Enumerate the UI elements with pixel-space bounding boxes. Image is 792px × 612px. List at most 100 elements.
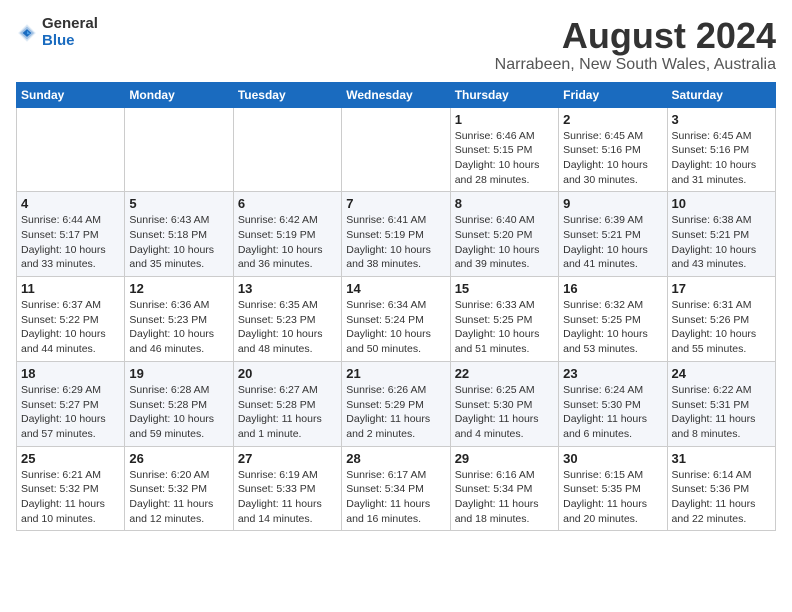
day-number: 25 — [21, 451, 120, 466]
weekday-header-friday: Friday — [559, 82, 667, 107]
calendar-cell — [342, 107, 450, 192]
calendar-week-2: 4 Sunrise: 6:44 AM Sunset: 5:17 PM Daylig… — [17, 192, 776, 277]
day-number: 29 — [455, 451, 554, 466]
day-info: Sunrise: 6:42 AM Sunset: 5:19 PM Dayligh… — [238, 213, 337, 272]
calendar-cell: 19 Sunrise: 6:28 AM Sunset: 5:28 PM Dayli… — [125, 361, 233, 446]
calendar-cell: 13Sunrise: 6:35 AM Sunset: 5:23 PM Dayli… — [233, 277, 341, 362]
day-number: 3 — [672, 112, 771, 127]
day-number: 4 — [21, 196, 120, 211]
calendar-cell: 25 Sunrise: 6:21 AM Sunset: 5:32 PM Dayli… — [17, 446, 125, 531]
calendar-cell: 29 Sunrise: 6:16 AM Sunset: 5:34 PM Dayli… — [450, 446, 558, 531]
calendar-cell: 18Sunrise: 6:29 AM Sunset: 5:27 PM Dayli… — [17, 361, 125, 446]
day-number: 6 — [238, 196, 337, 211]
day-info: Sunrise: 6:45 AM Sunset: 5:16 PM Dayligh… — [563, 129, 662, 188]
day-info: Sunrise: 6:39 AM Sunset: 5:21 PM Dayligh… — [563, 213, 662, 272]
logo-general-text: General — [42, 16, 98, 33]
calendar-cell: 2 Sunrise: 6:45 AM Sunset: 5:16 PM Daylig… — [559, 107, 667, 192]
day-info: Sunrise: 6:33 AM Sunset: 5:25 PM Dayligh… — [455, 298, 554, 357]
day-info: Sunrise: 6:14 AM Sunset: 5:36 PM Dayligh… — [672, 468, 771, 527]
logo: General Blue — [16, 16, 98, 49]
day-info: Sunrise: 6:41 AM Sunset: 5:19 PM Dayligh… — [346, 213, 445, 272]
day-info: Sunrise: 6:29 AM Sunset: 5:27 PM Dayligh… — [21, 383, 120, 442]
weekday-header-monday: Monday — [125, 82, 233, 107]
calendar-week-1: 1Sunrise: 6:46 AM Sunset: 5:15 PM Daylig… — [17, 107, 776, 192]
day-info: Sunrise: 6:36 AM Sunset: 5:23 PM Dayligh… — [129, 298, 228, 357]
day-info: Sunrise: 6:19 AM Sunset: 5:33 PM Dayligh… — [238, 468, 337, 527]
day-number: 28 — [346, 451, 445, 466]
calendar-cell: 31 Sunrise: 6:14 AM Sunset: 5:36 PM Dayli… — [667, 446, 775, 531]
calendar-week-5: 25 Sunrise: 6:21 AM Sunset: 5:32 PM Dayli… — [17, 446, 776, 531]
day-number: 11 — [21, 281, 120, 296]
calendar-cell: 23 Sunrise: 6:24 AM Sunset: 5:30 PM Dayli… — [559, 361, 667, 446]
day-info: Sunrise: 6:16 AM Sunset: 5:34 PM Dayligh… — [455, 468, 554, 527]
day-info: Sunrise: 6:26 AM Sunset: 5:29 PM Dayligh… — [346, 383, 445, 442]
day-info: Sunrise: 6:21 AM Sunset: 5:32 PM Dayligh… — [21, 468, 120, 527]
day-number: 20 — [238, 366, 337, 381]
calendar-week-3: 11 Sunrise: 6:37 AM Sunset: 5:22 PM Dayli… — [17, 277, 776, 362]
calendar-cell: 5Sunrise: 6:43 AM Sunset: 5:18 PM Daylig… — [125, 192, 233, 277]
calendar-cell: 10 Sunrise: 6:38 AM Sunset: 5:21 PM Dayli… — [667, 192, 775, 277]
day-info: Sunrise: 6:15 AM Sunset: 5:35 PM Dayligh… — [563, 468, 662, 527]
day-number: 19 — [129, 366, 228, 381]
day-number: 5 — [129, 196, 228, 211]
day-info: Sunrise: 6:37 AM Sunset: 5:22 PM Dayligh… — [21, 298, 120, 357]
calendar-cell: 14Sunrise: 6:34 AM Sunset: 5:24 PM Dayli… — [342, 277, 450, 362]
day-info: Sunrise: 6:28 AM Sunset: 5:28 PM Dayligh… — [129, 383, 228, 442]
calendar-cell: 12Sunrise: 6:36 AM Sunset: 5:23 PM Dayli… — [125, 277, 233, 362]
weekday-header-tuesday: Tuesday — [233, 82, 341, 107]
month-year-title: August 2024 — [495, 16, 776, 56]
weekday-header-sunday: Sunday — [17, 82, 125, 107]
day-number: 17 — [672, 281, 771, 296]
day-info: Sunrise: 6:24 AM Sunset: 5:30 PM Dayligh… — [563, 383, 662, 442]
day-info: Sunrise: 6:46 AM Sunset: 5:15 PM Dayligh… — [455, 129, 554, 188]
calendar-cell: 1Sunrise: 6:46 AM Sunset: 5:15 PM Daylig… — [450, 107, 558, 192]
weekday-header-wednesday: Wednesday — [342, 82, 450, 107]
day-number: 22 — [455, 366, 554, 381]
day-number: 8 — [455, 196, 554, 211]
day-info: Sunrise: 6:22 AM Sunset: 5:31 PM Dayligh… — [672, 383, 771, 442]
calendar-cell: 24Sunrise: 6:22 AM Sunset: 5:31 PM Dayli… — [667, 361, 775, 446]
calendar-cell — [17, 107, 125, 192]
day-number: 16 — [563, 281, 662, 296]
day-number: 15 — [455, 281, 554, 296]
calendar-cell: 15 Sunrise: 6:33 AM Sunset: 5:25 PM Dayli… — [450, 277, 558, 362]
day-info: Sunrise: 6:40 AM Sunset: 5:20 PM Dayligh… — [455, 213, 554, 272]
calendar-cell: 21Sunrise: 6:26 AM Sunset: 5:29 PM Dayli… — [342, 361, 450, 446]
logo-icon — [16, 22, 38, 44]
day-number: 13 — [238, 281, 337, 296]
logo-text: General Blue — [42, 16, 98, 49]
logo-blue-text: Blue — [42, 33, 98, 50]
day-number: 9 — [563, 196, 662, 211]
day-number: 27 — [238, 451, 337, 466]
weekday-header-thursday: Thursday — [450, 82, 558, 107]
day-number: 31 — [672, 451, 771, 466]
calendar-cell — [125, 107, 233, 192]
calendar-cell: 16 Sunrise: 6:32 AM Sunset: 5:25 PM Dayli… — [559, 277, 667, 362]
day-number: 10 — [672, 196, 771, 211]
weekday-header-row: SundayMondayTuesdayWednesdayThursdayFrid… — [17, 82, 776, 107]
calendar-cell: 3 Sunrise: 6:45 AM Sunset: 5:16 PM Daylig… — [667, 107, 775, 192]
calendar-cell: 6 Sunrise: 6:42 AM Sunset: 5:19 PM Daylig… — [233, 192, 341, 277]
day-info: Sunrise: 6:32 AM Sunset: 5:25 PM Dayligh… — [563, 298, 662, 357]
calendar-cell: 26 Sunrise: 6:20 AM Sunset: 5:32 PM Dayli… — [125, 446, 233, 531]
calendar-cell: 30 Sunrise: 6:15 AM Sunset: 5:35 PM Dayli… — [559, 446, 667, 531]
day-number: 30 — [563, 451, 662, 466]
day-number: 26 — [129, 451, 228, 466]
calendar-cell: 7Sunrise: 6:41 AM Sunset: 5:19 PM Daylig… — [342, 192, 450, 277]
day-info: Sunrise: 6:44 AM Sunset: 5:17 PM Dayligh… — [21, 213, 120, 272]
calendar-cell: 9 Sunrise: 6:39 AM Sunset: 5:21 PM Daylig… — [559, 192, 667, 277]
calendar-cell: 4 Sunrise: 6:44 AM Sunset: 5:17 PM Daylig… — [17, 192, 125, 277]
location-subtitle: Narrabeen, New South Wales, Australia — [495, 56, 776, 74]
day-info: Sunrise: 6:31 AM Sunset: 5:26 PM Dayligh… — [672, 298, 771, 357]
day-info: Sunrise: 6:34 AM Sunset: 5:24 PM Dayligh… — [346, 298, 445, 357]
calendar-cell — [233, 107, 341, 192]
calendar-cell: 17 Sunrise: 6:31 AM Sunset: 5:26 PM Dayli… — [667, 277, 775, 362]
day-info: Sunrise: 6:20 AM Sunset: 5:32 PM Dayligh… — [129, 468, 228, 527]
day-number: 2 — [563, 112, 662, 127]
day-info: Sunrise: 6:38 AM Sunset: 5:21 PM Dayligh… — [672, 213, 771, 272]
title-block: August 2024 Narrabeen, New South Wales, … — [495, 16, 776, 74]
day-info: Sunrise: 6:27 AM Sunset: 5:28 PM Dayligh… — [238, 383, 337, 442]
day-number: 23 — [563, 366, 662, 381]
day-info: Sunrise: 6:45 AM Sunset: 5:16 PM Dayligh… — [672, 129, 771, 188]
calendar-cell: 22Sunrise: 6:25 AM Sunset: 5:30 PM Dayli… — [450, 361, 558, 446]
